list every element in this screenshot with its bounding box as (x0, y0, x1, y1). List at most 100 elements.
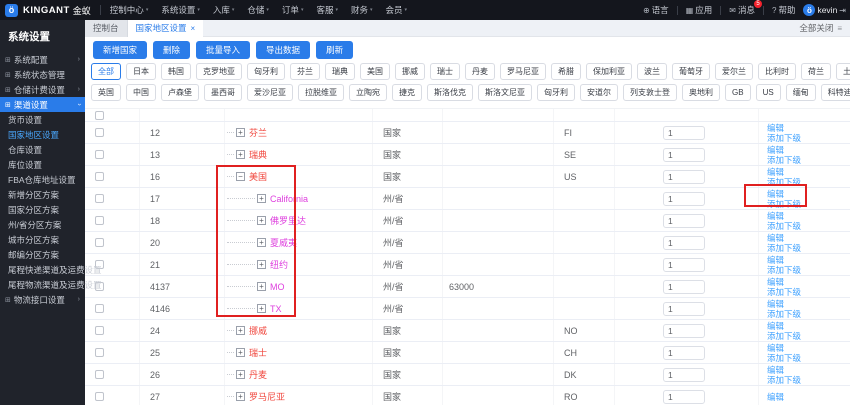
topbar-menu-入库[interactable]: 入库 ▾ (213, 4, 235, 16)
add-child-link[interactable]: 添加下级 (767, 221, 801, 231)
row-checkbox[interactable] (95, 172, 104, 181)
edit-link[interactable]: 编辑 (767, 392, 784, 402)
sidebar-item-系统状态管理[interactable]: ⊞ 系统状态管理 (0, 67, 85, 82)
country-filter-chip-韩国[interactable]: 韩国 (161, 63, 191, 80)
country-filter-chip-卢森堡[interactable]: 卢森堡 (161, 84, 199, 101)
sidebar-item-州/省分区方案[interactable]: 州/省分区方案 (0, 217, 85, 232)
country-filter-chip-列支敦士登[interactable]: 列支敦士登 (623, 84, 677, 101)
sidebar-item-系统配置[interactable]: ⊞ 系统配置 › (0, 52, 85, 67)
add-child-link[interactable]: 添加下级 (767, 133, 801, 143)
country-filter-chip-爱尔兰[interactable]: 爱尔兰 (715, 63, 753, 80)
expand-icon[interactable]: + (257, 238, 266, 247)
country-filter-chip-GB[interactable]: GB (725, 84, 751, 101)
close-all-tabs[interactable]: 全部关闭 ≡ (799, 22, 850, 34)
country-filter-chip-立陶宛[interactable]: 立陶宛 (349, 84, 387, 101)
sidebar-item-渠道设置[interactable]: ⊞ 渠道设置 › (0, 97, 85, 112)
country-name[interactable]: 罗马尼亚 (249, 390, 285, 403)
expand-icon[interactable]: + (236, 128, 245, 137)
country-filter-chip-荷兰[interactable]: 荷兰 (801, 63, 831, 80)
expand-icon[interactable]: + (257, 260, 266, 269)
country-filter-chip-匈牙利[interactable]: 匈牙利 (247, 63, 285, 80)
sidebar-item-国家地区设置[interactable]: 国家地区设置 (0, 127, 85, 142)
sidebar-item-城市分区方案[interactable]: 城市分区方案 (0, 232, 85, 247)
expand-icon[interactable]: + (236, 150, 245, 159)
country-filter-chip-丹麦[interactable]: 丹麦 (465, 63, 495, 80)
tab-console[interactable]: 控制台 (85, 19, 128, 37)
expand-icon[interactable]: + (257, 304, 266, 313)
sidebar-item-FBA仓库地址设置[interactable]: FBA仓库地址设置 (0, 172, 85, 187)
expand-icon[interactable]: + (257, 282, 266, 291)
sort-input[interactable] (663, 345, 705, 360)
country-filter-chip-拉脱维亚[interactable]: 拉脱维亚 (298, 84, 344, 101)
country-filter-chip-美国[interactable]: 美国 (360, 63, 390, 80)
select-all-checkbox[interactable] (95, 110, 104, 120)
row-checkbox[interactable] (95, 392, 104, 401)
tab-options-icon[interactable]: ≡ (837, 24, 842, 33)
add-child-link[interactable]: 添加下级 (767, 243, 801, 253)
add-child-link[interactable]: 添加下级 (767, 353, 801, 363)
toolbar-button-导出数据[interactable]: 导出数据 (256, 41, 311, 59)
sidebar-item-物流接口设置[interactable]: ⊞ 物流接口设置 › (0, 292, 85, 307)
country-filter-chip-斯洛伐克[interactable]: 斯洛伐克 (427, 84, 473, 101)
sidebar-item-国家分区方案[interactable]: 国家分区方案 (0, 202, 85, 217)
row-checkbox[interactable] (95, 216, 104, 225)
expand-icon[interactable]: + (236, 392, 245, 401)
topbar-menu-仓储[interactable]: 仓储 ▾ (247, 4, 269, 16)
country-filter-chip-爱沙尼亚[interactable]: 爱沙尼亚 (247, 84, 293, 101)
state-name[interactable]: 夏威夷 (270, 236, 297, 249)
sort-input[interactable] (663, 191, 705, 206)
country-filter-chip-科特迪瓦[interactable]: 科特迪瓦 (820, 84, 850, 101)
sort-input[interactable] (663, 125, 705, 140)
add-child-link[interactable]: 添加下级 (767, 309, 801, 319)
sort-input[interactable] (663, 257, 705, 272)
topbar-menu-控制中心[interactable]: 控制中心 ▾ (110, 4, 149, 16)
topbar-menu-系统设置[interactable]: 系统设置 ▾ (161, 4, 200, 16)
sort-input[interactable] (663, 367, 705, 382)
sort-input[interactable] (663, 147, 705, 162)
sort-input[interactable] (663, 213, 705, 228)
expand-icon[interactable]: + (236, 326, 245, 335)
sidebar-item-新增分区方案[interactable]: 新增分区方案 (0, 187, 85, 202)
country-filter-chip-罗马尼亚[interactable]: 罗马尼亚 (500, 63, 546, 80)
toolbar-button-删除[interactable]: 删除 (153, 41, 191, 59)
country-filter-chip-捷克[interactable]: 捷克 (392, 84, 422, 101)
country-filter-chip-瑞士[interactable]: 瑞士 (430, 63, 460, 80)
add-child-link[interactable]: 添加下级 (767, 287, 801, 297)
country-filter-chip-英国[interactable]: 英国 (91, 84, 121, 101)
logout-icon[interactable]: ⇥ (839, 6, 846, 15)
edit-link[interactable]: 编辑 (767, 277, 801, 287)
tab-country-region-settings[interactable]: 国家地区设置 × (127, 19, 204, 37)
country-filter-chip-保加利亚[interactable]: 保加利亚 (586, 63, 632, 80)
country-filter-chip-希腊[interactable]: 希腊 (551, 63, 581, 80)
row-checkbox[interactable] (95, 304, 104, 313)
country-filter-chip-日本[interactable]: 日本 (126, 63, 156, 80)
country-filter-chip-斯洛文尼亚[interactable]: 斯洛文尼亚 (478, 84, 532, 101)
expand-icon[interactable]: + (257, 216, 266, 225)
edit-link[interactable]: 编辑 (767, 189, 801, 199)
add-child-link[interactable]: 添加下级 (767, 177, 801, 187)
sort-input[interactable] (663, 279, 705, 294)
edit-link[interactable]: 编辑 (767, 233, 801, 243)
country-name[interactable]: 瑞典 (249, 148, 267, 161)
sidebar-item-库位设置[interactable]: 库位设置 (0, 157, 85, 172)
sort-input[interactable] (663, 169, 705, 184)
sidebar-item-尾程快递渠道及运费设置[interactable]: 尾程快递渠道及运费设置 (0, 262, 102, 277)
toolbar-button-新增国家[interactable]: 新增国家 (93, 41, 148, 59)
state-name[interactable]: 纽约 (270, 258, 288, 271)
state-name[interactable]: MO (270, 282, 285, 292)
add-child-link[interactable]: 添加下级 (767, 155, 801, 165)
toolbar-button-刷新[interactable]: 刷新 (316, 41, 354, 59)
add-child-link[interactable]: 添加下级 (767, 375, 801, 385)
country-filter-chip-波兰[interactable]: 波兰 (637, 63, 667, 80)
row-checkbox[interactable] (95, 348, 104, 357)
edit-link[interactable]: 编辑 (767, 255, 801, 265)
topbar-menu-会员[interactable]: 会员 ▾ (386, 4, 408, 16)
row-checkbox[interactable] (95, 370, 104, 379)
sidebar-item-尾程物流渠道及运费设置[interactable]: 尾程物流渠道及运费设置 (0, 277, 102, 292)
sort-input[interactable] (663, 323, 705, 338)
edit-link[interactable]: 编辑 (767, 145, 801, 155)
sort-input[interactable] (663, 235, 705, 250)
row-checkbox[interactable] (95, 150, 104, 159)
expand-icon[interactable]: + (257, 194, 266, 203)
topbar-menu-订单[interactable]: 订单 ▾ (282, 4, 304, 16)
